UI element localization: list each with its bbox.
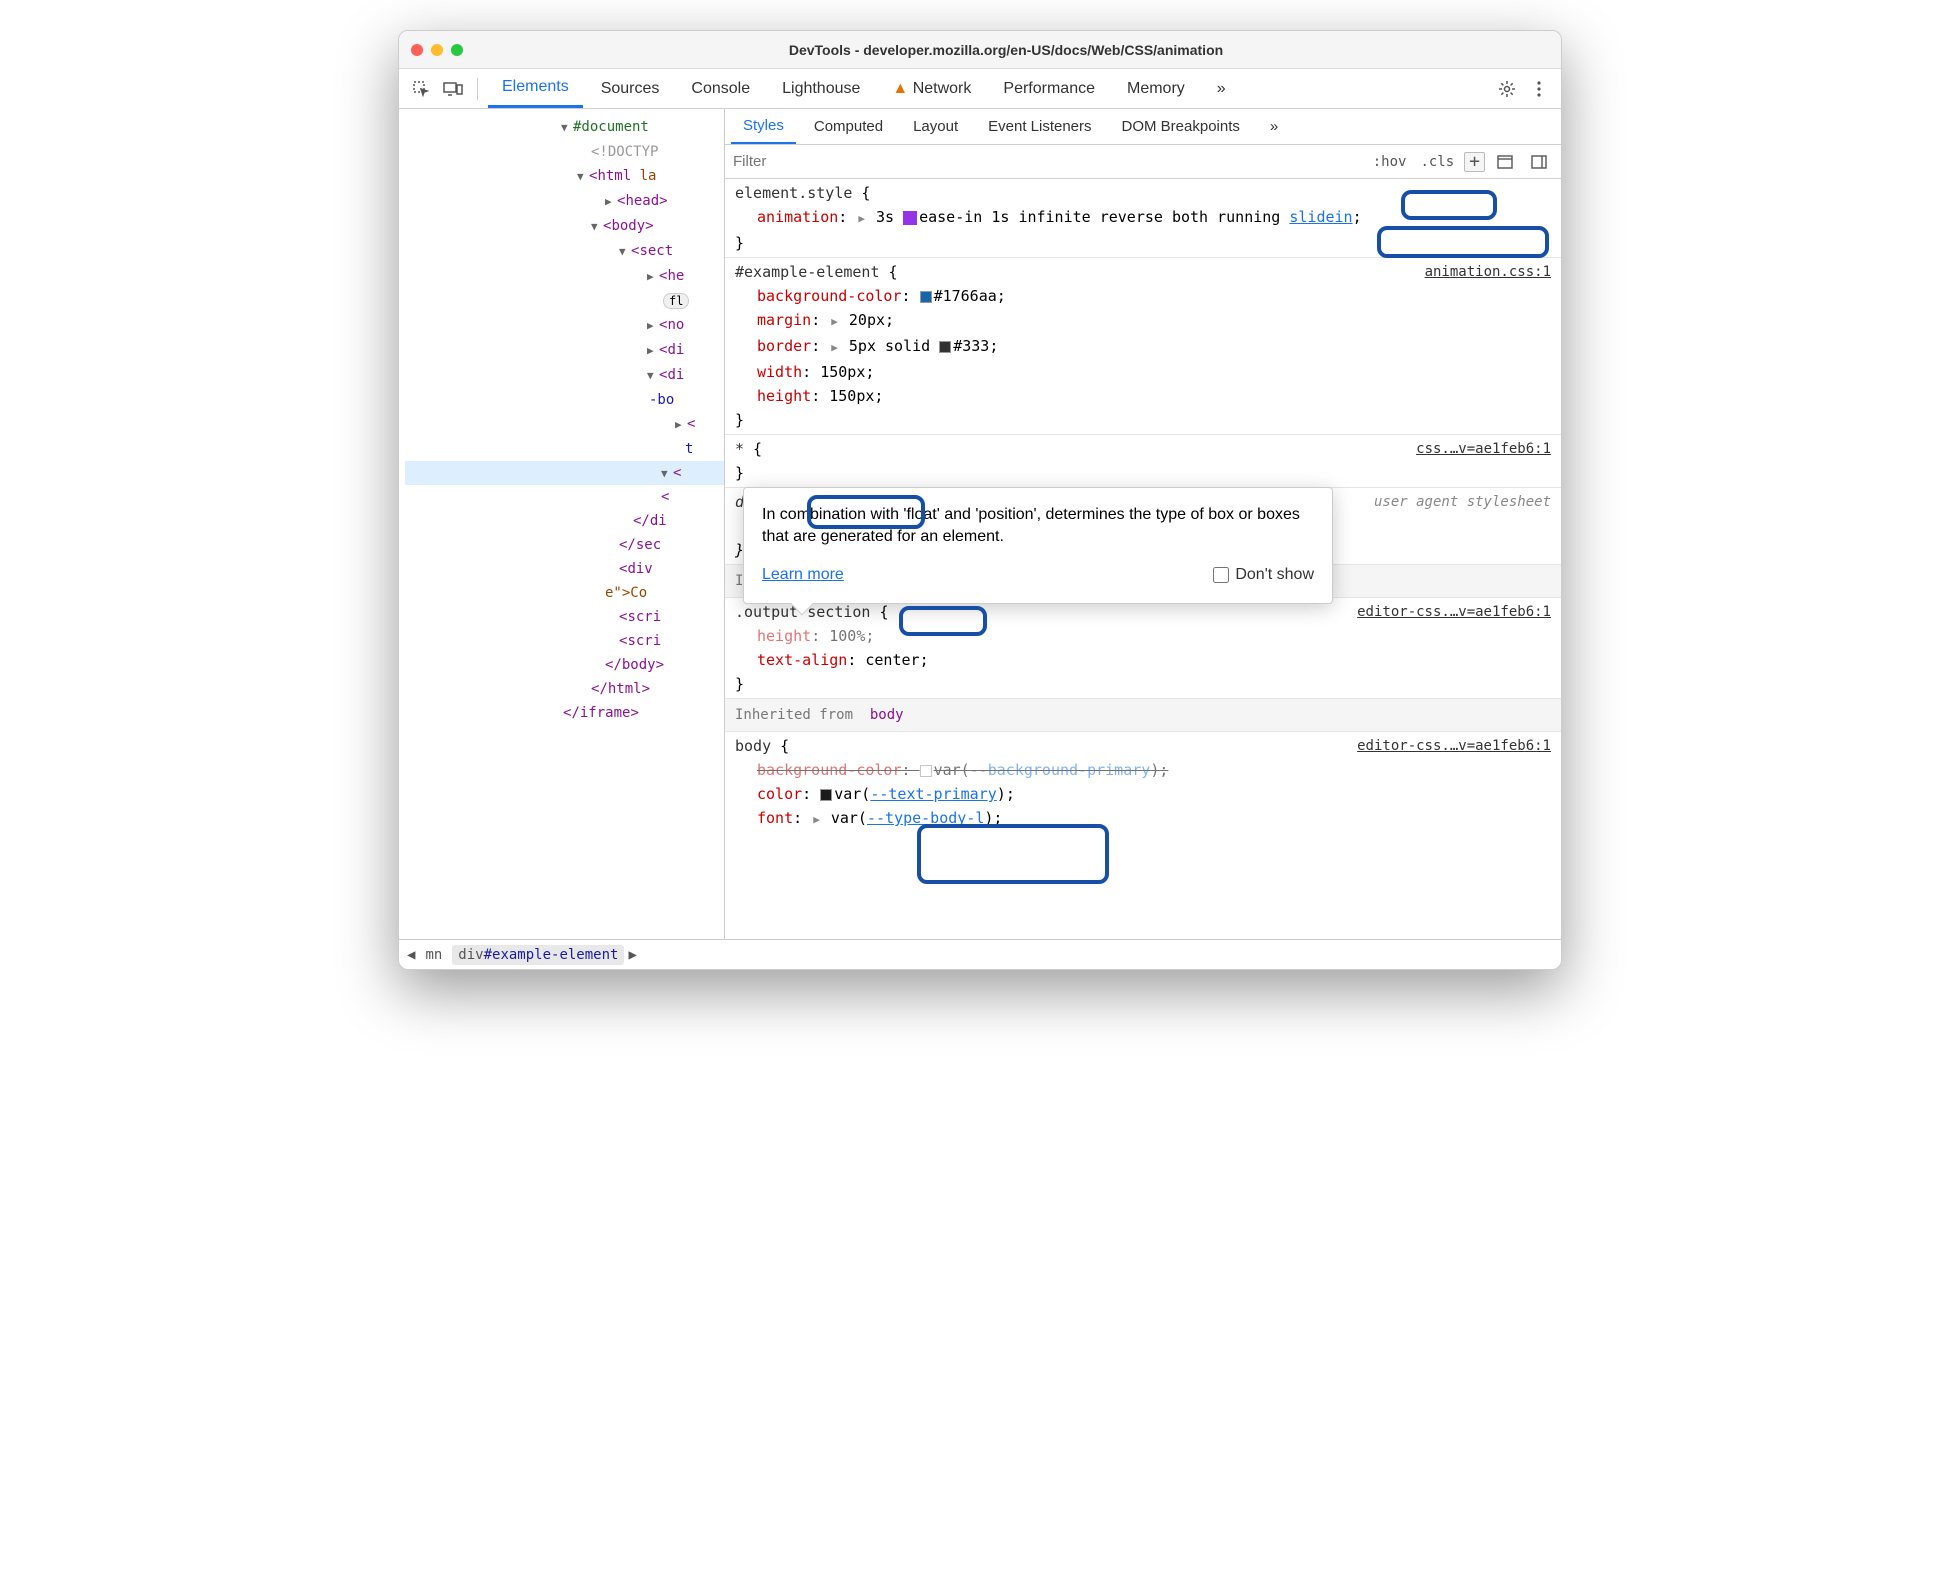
chevron-down-icon[interactable]: ▼ [619,240,631,264]
tab-elements[interactable]: Elements [488,69,583,108]
device-toggle-icon[interactable] [439,75,467,103]
new-rule-button[interactable]: + [1464,152,1485,172]
expand-shorthand-icon[interactable]: ▶ [858,207,865,231]
rule-example-element[interactable]: animation.css:1 #example-element { backg… [725,258,1561,435]
chevron-down-icon[interactable]: ▼ [661,462,673,486]
property-tooltip: In combination with 'float' and 'positio… [743,487,1333,604]
easing-swatch-icon[interactable] [903,211,917,225]
rule-output-section[interactable]: editor-css.…v=ae1feb6:1 .output section … [725,598,1561,699]
cls-button[interactable]: .cls [1416,152,1458,172]
settings-icon[interactable] [1493,75,1521,103]
chevron-down-icon[interactable]: ▼ [591,215,603,239]
elements-tree[interactable]: ▼#document <!DOCTYP ▼<html la ▶<head> ▼<… [399,109,725,939]
dont-show-checkbox[interactable]: Don't show [1213,563,1314,587]
subtab-layout[interactable]: Layout [901,109,970,144]
subtab-listeners[interactable]: Event Listeners [976,109,1103,144]
chevron-right-icon[interactable]: ▶ [647,265,659,289]
rule-star[interactable]: css.…v=ae1feb6:1 * { } [725,435,1561,488]
source-link[interactable]: animation.css:1 [1425,260,1551,284]
minimize-window-button[interactable] [431,44,443,56]
breadcrumb-item-selected[interactable]: div#example-element [452,945,624,965]
traffic-lights [411,44,463,56]
rule-element-style[interactable]: element.style { animation: ▶ 3s ease-in … [725,179,1561,258]
tabs-overflow[interactable]: » [1203,69,1240,108]
tab-performance[interactable]: Performance [989,69,1109,108]
tab-lighthouse[interactable]: Lighthouse [768,69,874,108]
color-swatch-icon[interactable] [920,765,932,777]
source-link[interactable]: editor-css.…v=ae1feb6:1 [1357,600,1551,624]
source-link[interactable]: css.…v=ae1feb6:1 [1416,437,1551,461]
chevron-down-icon[interactable]: ▼ [561,116,573,140]
devtools-window: DevTools - developer.mozilla.org/en-US/d… [398,30,1562,970]
expand-shorthand-icon[interactable]: ▶ [813,808,820,832]
rule-body[interactable]: editor-css.…v=ae1feb6:1 body { backgroun… [725,732,1561,834]
styles-tab-bar: Styles Computed Layout Event Listeners D… [725,109,1561,145]
inherited-from-body: Inherited from body [725,699,1561,732]
expand-shorthand-icon[interactable]: ▶ [831,310,838,334]
subtabs-overflow[interactable]: » [1258,109,1290,144]
chevron-right-icon[interactable]: ▶ [605,190,617,214]
panel-body: ▼#document <!DOCTYP ▼<html la ▶<head> ▼<… [399,109,1561,939]
styles-panel: Styles Computed Layout Event Listeners D… [725,109,1561,939]
subtab-dom-breakpoints[interactable]: DOM Breakpoints [1110,109,1252,144]
flex-badge[interactable]: fl [663,293,689,309]
color-swatch-icon[interactable] [939,341,951,353]
dont-show-checkbox-input[interactable] [1213,567,1229,583]
subtab-computed[interactable]: Computed [802,109,895,144]
subtab-styles[interactable]: Styles [731,109,796,144]
toggle-sidebar-icon[interactable] [1525,148,1553,176]
inspect-icon[interactable] [407,75,435,103]
breadcrumb-scroll-left[interactable]: ◀ [407,947,415,963]
color-swatch-icon[interactable] [820,789,832,801]
breadcrumb-item[interactable]: mn [419,945,448,965]
tab-network[interactable]: ▲ Network [878,69,985,108]
warning-icon: ▲ [892,80,908,98]
color-swatch-icon[interactable] [920,291,932,303]
titlebar: DevTools - developer.mozilla.org/en-US/d… [399,31,1561,69]
tab-sources[interactable]: Sources [587,69,674,108]
zoom-window-button[interactable] [451,44,463,56]
expand-shorthand-icon[interactable]: ▶ [831,336,838,360]
kebab-menu-icon[interactable] [1525,75,1553,103]
breadcrumb-bar: ◀ mn div#example-element ▶ [399,939,1561,969]
chevron-right-icon[interactable]: ▶ [647,314,659,338]
tab-console[interactable]: Console [677,69,764,108]
animation-name-link[interactable]: slidein [1289,208,1352,226]
ua-stylesheet-label: user agent stylesheet [1374,490,1551,514]
css-rules-list[interactable]: element.style { animation: ▶ 3s ease-in … [725,179,1561,939]
main-tab-bar: Elements Sources Console Lighthouse ▲ Ne… [399,69,1561,109]
tab-memory[interactable]: Memory [1113,69,1199,108]
window-title: DevTools - developer.mozilla.org/en-US/d… [463,42,1549,58]
breadcrumb-scroll-right[interactable]: ▶ [628,947,636,963]
source-link[interactable]: editor-css.…v=ae1feb6:1 [1357,734,1551,758]
learn-more-link[interactable]: Learn more [762,566,844,583]
chevron-down-icon[interactable]: ▼ [647,364,659,388]
chevron-down-icon[interactable]: ▼ [577,165,589,189]
tooltip-text: In combination with 'float' and 'positio… [762,504,1314,549]
chevron-right-icon[interactable]: ▶ [675,413,687,437]
chevron-right-icon[interactable]: ▶ [647,339,659,363]
divider [477,78,478,100]
close-window-button[interactable] [411,44,423,56]
filter-input[interactable] [725,148,1361,176]
computed-styles-icon[interactable] [1491,148,1519,176]
hov-button[interactable]: :hov [1369,152,1411,172]
filter-row: :hov .cls + [725,145,1561,179]
